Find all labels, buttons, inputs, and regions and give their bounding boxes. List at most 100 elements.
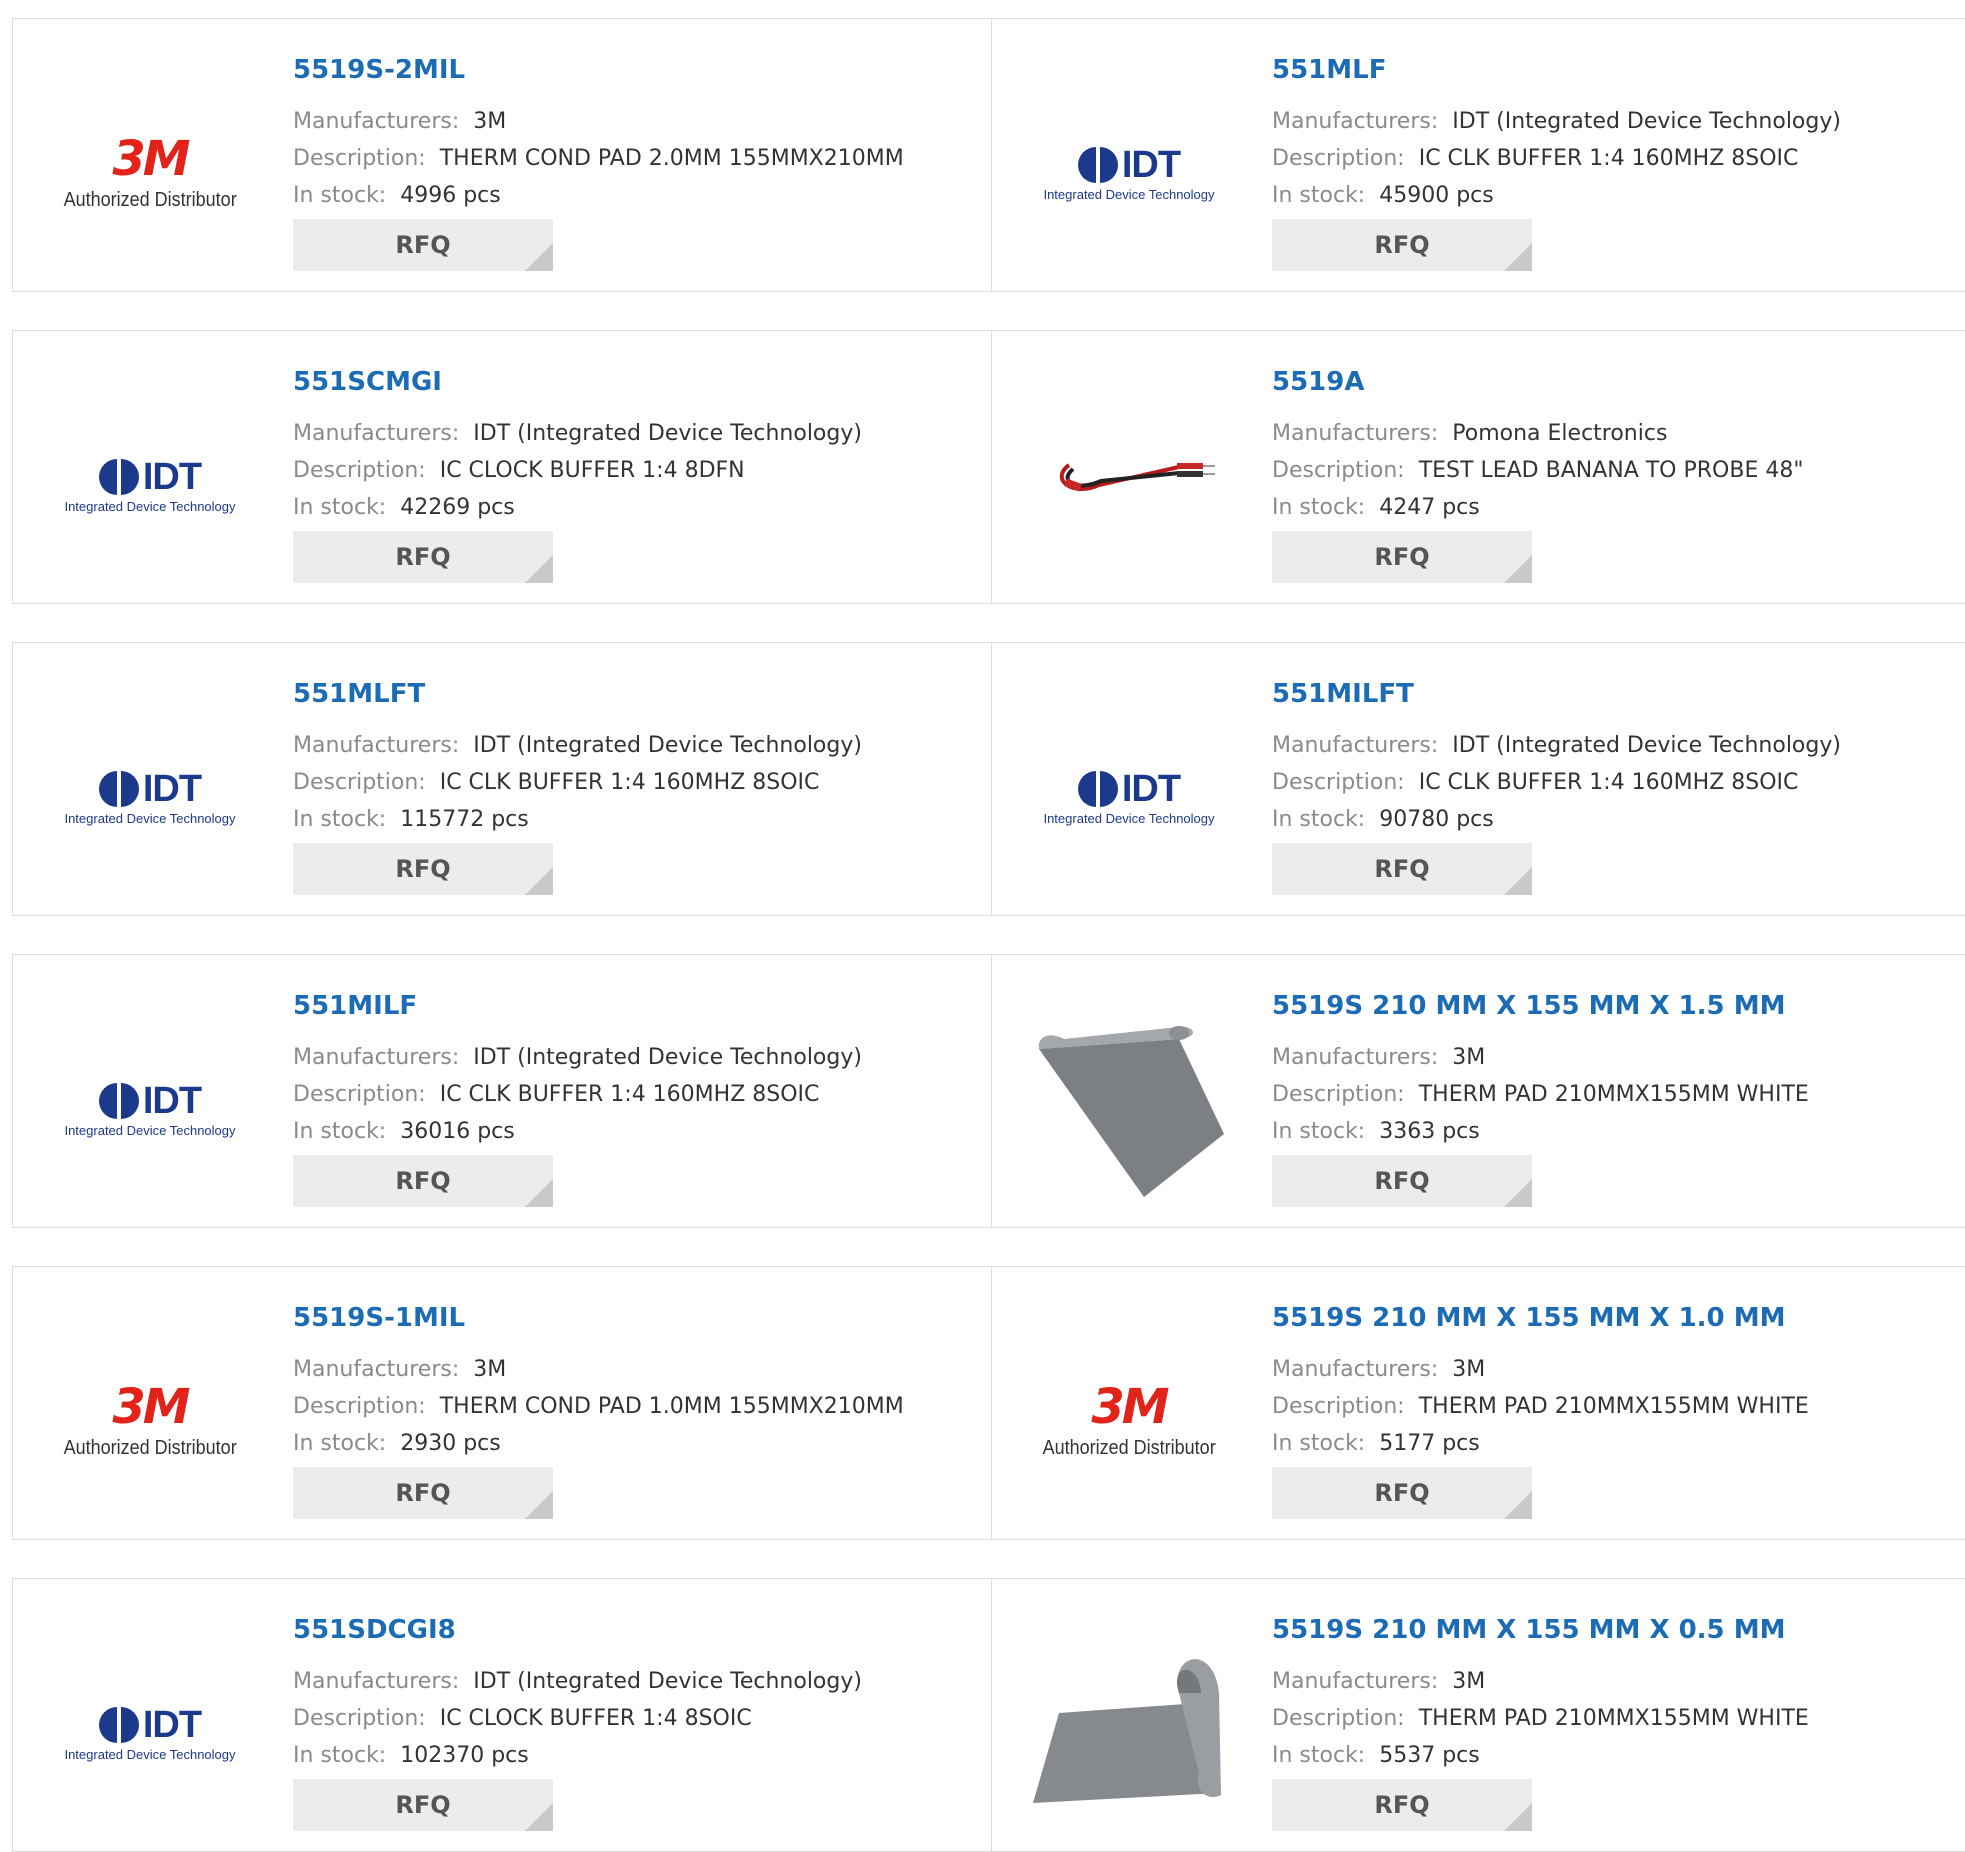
product-image[interactable]: 3M Authorized Distributor [50,1321,250,1521]
part-number-link[interactable]: 551SCMGI [293,365,862,399]
product-info: 551SCMGI Manufacturers: IDT (Integrated De… [293,365,862,526]
product-image[interactable]: IDT Integrated Device Technology [1029,697,1229,897]
manufacturer-value: 3M [473,1357,507,1382]
description-label: Description: [1272,770,1405,795]
stock-label: In stock: [293,183,387,208]
idt-logo-subtitle: Integrated Device Technology [1043,810,1215,826]
idt-logo-mark: IDT [142,767,202,810]
stock-line: In stock: 4247 pcs [1272,489,1803,526]
manufacturer-value: Pomona Electronics [1452,421,1668,446]
stock-line: In stock: 2930 pcs [293,1425,904,1462]
product-image[interactable] [1029,1009,1229,1209]
stock-label: In stock: [1272,1431,1366,1456]
manufacturer-label: Manufacturers: [1272,1357,1439,1382]
manufacturer-label: Manufacturers: [293,733,460,758]
description-line: Description: IC CLK BUFFER 1:4 160MHZ 8SO… [293,1076,862,1113]
idt-logo-mark: IDT [1121,143,1181,186]
idt-logo: IDT Integrated Device Technology [64,1081,235,1138]
product-image[interactable]: IDT Integrated Device Technology [1029,73,1229,273]
rfq-corner-decoration [525,243,553,271]
part-number-link[interactable]: 5519S 210 MM X 155 MM X 1.0 MM [1272,1301,1809,1335]
product-image[interactable]: 3M Authorized Distributor [1029,1321,1229,1521]
product-row: 3M Authorized Distributor 5519S-2MIL Manufa… [12,18,1965,292]
idt-logo: IDT Integrated Device Technology [64,457,235,514]
rfq-button[interactable]: RFQ [293,219,553,271]
description-line: Description: IC CLK BUFFER 1:4 160MHZ 8SO… [1272,764,1841,801]
product-image[interactable]: IDT Integrated Device Technology [50,697,250,897]
rfq-button[interactable]: RFQ [1272,1779,1532,1831]
rfq-button[interactable]: RFQ [293,1779,553,1831]
rfq-button[interactable]: RFQ [1272,219,1532,271]
idt-logo-symbol [98,458,139,495]
rfq-button[interactable]: RFQ [1272,1467,1532,1519]
part-number-link[interactable]: 5519S-2MIL [293,53,904,87]
rfq-corner-decoration [525,1803,553,1831]
description-label: Description: [293,770,426,795]
product-image[interactable]: IDT Integrated Device Technology [50,385,250,585]
manufacturer-line: Manufacturers: 3M [293,103,904,140]
description-label: Description: [293,1394,426,1419]
manufacturer-label: Manufacturers: [1272,1669,1439,1694]
stock-label: In stock: [293,1431,387,1456]
part-number-link[interactable]: 5519A [1272,365,1803,399]
rfq-button[interactable]: RFQ [1272,531,1532,583]
stock-value: 115772 pcs [400,807,529,832]
rfq-button-label: RFQ [1374,1791,1430,1819]
product-info: 551SDCGI8 Manufacturers: IDT (Integrated D… [293,1613,862,1774]
product-image[interactable] [1029,1633,1229,1833]
product-row: 3M Authorized Distributor 5519S-1MIL Manufa… [12,1266,1965,1540]
part-number-link[interactable]: 551MILF [293,989,862,1023]
stock-line: In stock: 5537 pcs [1272,1737,1809,1774]
product-image[interactable]: IDT Integrated Device Technology [50,1633,250,1833]
product-row: IDT Integrated Device Technology 551SCMGI M… [12,330,1965,604]
description-value: THERM PAD 210MMX155MM WHITE [1418,1082,1809,1107]
description-line: Description: THERM PAD 210MMX155MM WHITE [1272,1076,1809,1113]
3m-logo-mark: 3M [112,130,190,187]
stock-value: 2930 pcs [400,1431,501,1456]
rfq-button[interactable]: RFQ [293,531,553,583]
product-card: 3M Authorized Distributor 5519S 210 MM X 1… [991,1267,1965,1539]
part-number-link[interactable]: 5519S 210 MM X 155 MM X 1.5 MM [1272,989,1809,1023]
part-number-link[interactable]: 551MLFT [293,677,862,711]
product-card: 3M Authorized Distributor 5519S-1MIL Manufa… [13,1267,991,1539]
part-number-link[interactable]: 551MLF [1272,53,1841,87]
description-line: Description: IC CLK BUFFER 1:4 160MHZ 8SO… [1272,140,1841,177]
rfq-button[interactable]: RFQ [293,843,553,895]
part-number-link[interactable]: 551SDCGI8 [293,1613,862,1647]
manufacturer-line: Manufacturers: 3M [1272,1351,1809,1388]
product-card: IDT Integrated Device Technology 551MILF Ma… [13,955,991,1227]
stock-label: In stock: [293,807,387,832]
rfq-corner-decoration [1504,1179,1532,1207]
idt-logo-subtitle: Integrated Device Technology [64,498,236,514]
product-card: IDT Integrated Device Technology 551MLF Man… [991,19,1965,291]
manufacturer-line: Manufacturers: IDT (Integrated Device Tec… [1272,103,1841,140]
manufacturer-value: IDT (Integrated Device Technology) [473,1045,862,1070]
product-image[interactable]: IDT Integrated Device Technology [50,1009,250,1209]
rfq-button[interactable]: RFQ [293,1467,553,1519]
stock-value: 4247 pcs [1379,495,1480,520]
3m-authorized-distributor-logo: 3M Authorized Distributor [54,135,246,212]
part-number-link[interactable]: 551MILFT [1272,677,1841,711]
manufacturer-line: Manufacturers: IDT (Integrated Device Tec… [293,415,862,452]
description-value: TEST LEAD BANANA TO PROBE 48" [1418,458,1804,483]
part-number-link[interactable]: 5519S-1MIL [293,1301,904,1335]
product-image[interactable] [1029,385,1229,585]
rfq-button-label: RFQ [395,543,451,571]
description-label: Description: [293,1706,426,1731]
part-number-link[interactable]: 5519S 210 MM X 155 MM X 0.5 MM [1272,1613,1809,1647]
stock-label: In stock: [293,1743,387,1768]
description-value: THERM PAD 210MMX155MM WHITE [1418,1394,1809,1419]
product-info: 551MLF Manufacturers: IDT (Integrated Devi… [1272,53,1841,214]
stock-line: In stock: 45900 pcs [1272,177,1841,214]
rfq-button[interactable]: RFQ [293,1155,553,1207]
stock-value: 42269 pcs [400,495,515,520]
stock-value: 102370 pcs [400,1743,529,1768]
3m-logo-subtitle: Authorized Distributor [1042,1436,1216,1459]
rfq-button[interactable]: RFQ [1272,843,1532,895]
product-info: 5519S 210 MM X 155 MM X 0.5 MM Manufactur… [1272,1613,1809,1774]
product-info: 5519S-2MIL Manufacturers: 3M Description: TH… [293,53,904,214]
product-info: 5519S-1MIL Manufacturers: 3M Description: TH… [293,1301,904,1462]
product-image[interactable]: 3M Authorized Distributor [50,73,250,273]
idt-logo: IDT Integrated Device Technology [64,1705,235,1762]
rfq-button[interactable]: RFQ [1272,1155,1532,1207]
